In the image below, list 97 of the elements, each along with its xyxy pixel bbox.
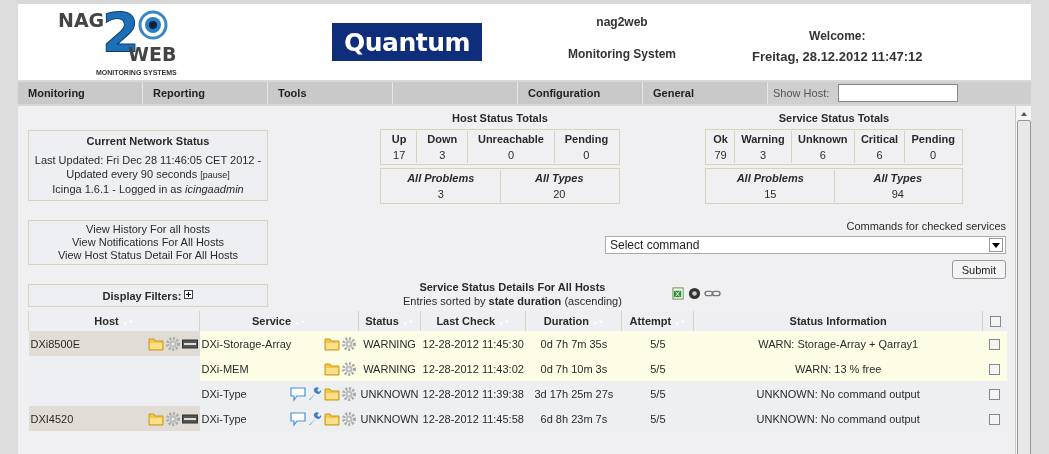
- column-header[interactable]: Status: [358, 311, 421, 331]
- column-header[interactable]: Status Information: [693, 311, 983, 331]
- panel-title: Current Network Status: [86, 134, 210, 148]
- totals-header[interactable]: Up: [391, 131, 407, 147]
- totals-value: 79: [714, 148, 727, 163]
- scrollbar[interactable]: [1015, 106, 1031, 454]
- status-cell: WARNING: [358, 356, 421, 381]
- totals-value: 3: [439, 148, 446, 163]
- totals-header[interactable]: Unreachable: [477, 131, 544, 147]
- row-checkbox[interactable]: [989, 363, 1001, 375]
- version-text: Icinga 1.6.1 - Logged in as icingaadmin: [52, 182, 244, 196]
- totals-value: 17: [393, 148, 406, 163]
- duration-cell: 0d 7h 7m 35s: [525, 331, 622, 356]
- circle-icon[interactable]: [687, 287, 701, 300]
- attempt-cell: 5/5: [621, 331, 694, 356]
- show-host-label: Show Host:: [773, 87, 830, 99]
- comment-icon[interactable]: [289, 410, 306, 427]
- totals-header[interactable]: Ok: [713, 131, 728, 147]
- command-select[interactable]: Select command: [605, 236, 1006, 254]
- welcome-label: Welcome:: [809, 28, 866, 43]
- menu-item[interactable]: General: [643, 82, 768, 104]
- summary-header[interactable]: All Types: [535, 170, 584, 186]
- menu-item[interactable]: Monitoring: [18, 82, 143, 104]
- status-cell: WARNING: [358, 331, 421, 356]
- summary-header[interactable]: All Problems: [736, 170, 804, 186]
- totals-header[interactable]: Pending: [911, 131, 955, 147]
- select-all-checkbox[interactable]: [989, 316, 1001, 328]
- pause-link[interactable]: [pause]: [200, 170, 230, 180]
- submit-button[interactable]: Submit: [951, 260, 1006, 279]
- view-link[interactable]: View Notifications For All Hosts: [72, 236, 224, 249]
- row-checkbox[interactable]: [989, 388, 1001, 400]
- host-name[interactable]: DXi8500E: [30, 337, 81, 350]
- totals-value: 0: [930, 148, 937, 163]
- duration-cell: 0d 7h 10m 3s: [525, 356, 622, 381]
- sort-note: Entries sorted by state duration (ascending): [403, 294, 622, 308]
- menu-item[interactable]: Tools: [268, 82, 393, 104]
- summary-value: 94: [891, 187, 904, 202]
- row-checkbox[interactable]: [989, 413, 1001, 425]
- last-updated-text: Last Updated: Fri Dec 28 11:46:05 CET 2012 -: [34, 153, 262, 167]
- column-header[interactable]: Last Check: [420, 311, 526, 331]
- summary-header[interactable]: All Types: [873, 170, 922, 186]
- totals-header[interactable]: Unknown: [798, 131, 848, 147]
- commands-label: Commands for checked services: [846, 220, 1006, 232]
- service-name[interactable]: DXi-Type: [201, 412, 247, 425]
- show-host-field[interactable]: [838, 84, 959, 102]
- spreadsheet-icon[interactable]: [671, 287, 685, 300]
- status-info-cell: WARN: Storage-Array + Qarray1: [693, 331, 983, 356]
- status-info-cell: WARN: 13 % free: [693, 356, 983, 381]
- last-check-cell: 12-28-2012 11:45:30: [420, 331, 526, 356]
- totals-value: 0: [507, 148, 515, 163]
- totals-value: 6: [819, 148, 826, 163]
- row-checkbox[interactable]: [989, 338, 1001, 350]
- menu-item[interactable]: Reporting: [143, 82, 268, 104]
- totals-header[interactable]: Critical: [860, 131, 899, 147]
- column-header[interactable]: Attempt: [621, 311, 694, 331]
- date-time: Freitag, 28.12.2012 11:47:12: [752, 48, 923, 64]
- gear-icon[interactable]: [340, 335, 357, 352]
- folder-icon[interactable]: [323, 360, 340, 377]
- view-link[interactable]: View History For all hosts: [86, 223, 210, 236]
- totals-title: Service Status Totals: [778, 112, 890, 124]
- totals-value: 3: [759, 148, 766, 163]
- service-name[interactable]: DXi-MEM: [201, 362, 249, 375]
- folder-icon[interactable]: [147, 335, 164, 352]
- totals-value: 0: [583, 148, 590, 163]
- folder-icon[interactable]: [147, 410, 164, 427]
- totals-header[interactable]: Down: [427, 131, 458, 147]
- details-title: Service Status Details For All Hosts: [419, 280, 606, 294]
- gear-icon[interactable]: [340, 360, 357, 377]
- totals-header[interactable]: Pending: [564, 131, 609, 147]
- service-name[interactable]: DXi-Type: [201, 387, 247, 400]
- summary-value: 20: [553, 187, 566, 202]
- site-name: nag2web: [596, 15, 648, 29]
- gear-icon[interactable]: [340, 410, 357, 427]
- attempt-cell: 5/5: [621, 356, 694, 381]
- totals-value: 6: [876, 148, 883, 163]
- column-header[interactable]: Host: [28, 311, 200, 331]
- display-filters-label: Display Filters:: [102, 289, 182, 302]
- menu-item[interactable]: Configuration: [518, 82, 643, 104]
- gear-icon[interactable]: [340, 385, 357, 402]
- folder-icon[interactable]: [323, 385, 340, 402]
- totals-header[interactable]: Warning: [741, 131, 785, 147]
- summary-value: 3: [437, 187, 444, 202]
- update-interval-text: Updated every 90 seconds: [66, 168, 198, 180]
- summary-header[interactable]: All Problems: [407, 170, 475, 186]
- column-header[interactable]: Service: [199, 311, 359, 331]
- view-link[interactable]: View Host Status Detail For All Hosts: [57, 249, 239, 262]
- comment-icon[interactable]: [289, 385, 306, 402]
- folder-icon[interactable]: [323, 335, 340, 352]
- host-name[interactable]: DXI4520: [30, 412, 74, 425]
- totals-title: Host Status Totals: [452, 112, 548, 124]
- last-check-cell: 12-28-2012 11:43:02: [420, 356, 526, 381]
- folder-icon[interactable]: [323, 410, 340, 427]
- quantum-logo: Quantum: [332, 23, 482, 61]
- summary-value: 15: [764, 187, 777, 202]
- column-header[interactable]: Duration: [525, 311, 622, 331]
- expand-icon[interactable]: [184, 289, 194, 299]
- site-subtitle: Monitoring System: [568, 47, 676, 61]
